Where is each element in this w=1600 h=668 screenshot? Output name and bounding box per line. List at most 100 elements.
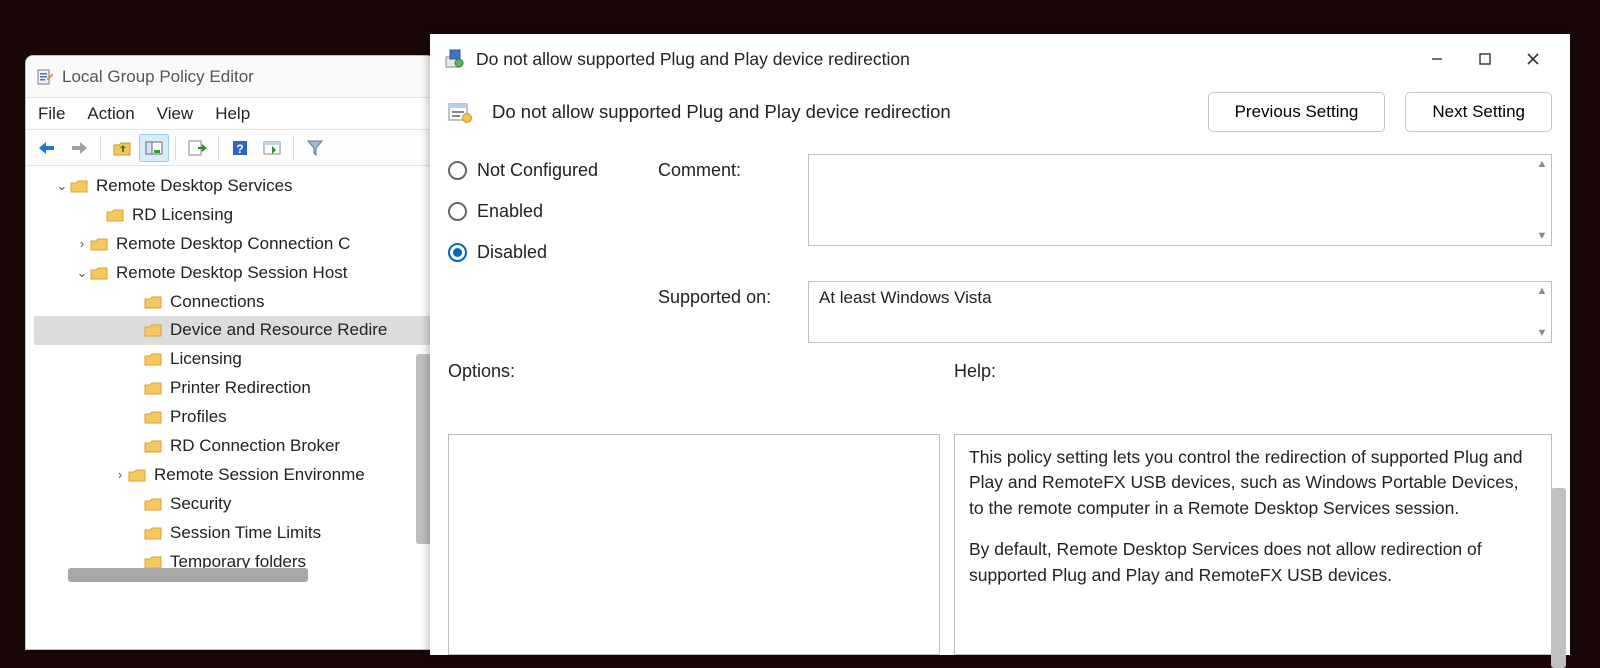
supported-on-value: At least Windows Vista xyxy=(819,288,992,307)
comment-textbox[interactable]: ▲ ▼ xyxy=(808,154,1552,246)
supported-on-textbox: At least Windows Vista ▲ ▼ xyxy=(808,281,1552,343)
tree-label: Remote Desktop Services xyxy=(96,172,293,201)
folder-icon xyxy=(144,524,164,542)
scroll-down-icon[interactable]: ▼ xyxy=(1535,327,1549,339)
tree-item-profiles[interactable]: Profiles xyxy=(34,403,434,432)
radio-icon xyxy=(448,243,467,262)
window-close-button[interactable] xyxy=(1510,39,1556,79)
radio-not-configured[interactable]: Not Configured xyxy=(448,160,648,181)
folder-icon xyxy=(144,437,164,455)
radio-disabled[interactable]: Disabled xyxy=(448,242,648,263)
chevron-right-icon[interactable]: › xyxy=(112,464,128,486)
gpedit-toolbar: ? xyxy=(26,130,434,166)
folder-icon xyxy=(144,293,164,311)
window-minimize-button[interactable] xyxy=(1414,39,1460,79)
tree-label: Session Time Limits xyxy=(170,519,321,548)
window-maximize-button[interactable] xyxy=(1462,39,1508,79)
tree-item-session-time-limits[interactable]: Session Time Limits xyxy=(34,519,434,548)
dialog-titlebar: Do not allow supported Plug and Play dev… xyxy=(430,34,1570,84)
radio-label: Disabled xyxy=(477,242,547,263)
radio-enabled[interactable]: Enabled xyxy=(448,201,648,222)
gpedit-menubar: File Action View Help xyxy=(26,98,434,130)
tree-item-rd-connection-client[interactable]: › Remote Desktop Connection C xyxy=(34,230,434,259)
folder-icon xyxy=(90,264,110,282)
tree-horizontal-scrollbar[interactable] xyxy=(68,568,308,582)
folder-icon xyxy=(144,322,164,340)
tree-label: Profiles xyxy=(170,403,227,432)
tree-label: Remote Desktop Session Host xyxy=(116,259,348,288)
tree-label: Printer Redirection xyxy=(170,374,311,403)
toolbar-properties-icon[interactable] xyxy=(257,134,287,162)
help-text: By default, Remote Desktop Services does… xyxy=(969,537,1537,588)
folder-icon xyxy=(144,409,164,427)
folder-icon xyxy=(128,466,148,484)
tree-label: Connections xyxy=(170,288,265,317)
tree-item-licensing[interactable]: Licensing xyxy=(34,345,434,374)
toolbar-back-icon[interactable] xyxy=(32,134,62,162)
tree-label: Device and Resource Redire xyxy=(170,316,387,345)
tree-item-remote-desktop-services[interactable]: ⌄ Remote Desktop Services xyxy=(34,172,434,201)
toolbar-show-tree-icon[interactable] xyxy=(139,134,169,162)
toolbar-export-icon[interactable] xyxy=(182,134,212,162)
gpedit-titlebar: Local Group Policy Editor xyxy=(26,56,434,98)
tree-item-rd-connection-broker[interactable]: RD Connection Broker xyxy=(34,432,434,461)
policy-setting-dialog: Do not allow supported Plug and Play dev… xyxy=(430,34,1570,655)
tree-item-rd-session-host[interactable]: ⌄ Remote Desktop Session Host xyxy=(34,259,434,288)
supported-on-label: Supported on: xyxy=(658,281,798,308)
options-label: Options: xyxy=(448,361,940,422)
dialog-header: Do not allow supported Plug and Play dev… xyxy=(448,92,1552,132)
folder-icon xyxy=(144,351,164,369)
toolbar-up-folder-icon[interactable] xyxy=(107,134,137,162)
tree-label: RD Connection Broker xyxy=(170,432,340,461)
gpedit-app-icon xyxy=(36,68,54,86)
scroll-down-icon[interactable]: ▼ xyxy=(1535,230,1549,242)
menu-file[interactable]: File xyxy=(38,104,65,124)
tree-item-printer-redirection[interactable]: Printer Redirection xyxy=(34,374,434,403)
previous-setting-button[interactable]: Previous Setting xyxy=(1208,92,1386,132)
scroll-up-icon[interactable]: ▲ xyxy=(1535,285,1549,297)
tree-item-rd-licensing[interactable]: RD Licensing xyxy=(34,201,434,230)
folder-icon xyxy=(106,206,126,224)
tree-item-device-resource-redirection[interactable]: Device and Resource Redire xyxy=(34,316,434,345)
chevron-down-icon[interactable]: ⌄ xyxy=(54,175,70,197)
toolbar-help-icon[interactable]: ? xyxy=(225,134,255,162)
policy-setting-title: Do not allow supported Plug and Play dev… xyxy=(492,101,1188,123)
folder-icon xyxy=(90,235,110,253)
options-box xyxy=(448,434,940,655)
tree-item-remote-session-environment[interactable]: ›Remote Session Environme xyxy=(34,461,434,490)
radio-icon xyxy=(448,202,467,221)
tree-label: RD Licensing xyxy=(132,201,233,230)
textbox-scrollbar[interactable]: ▲ ▼ xyxy=(1535,158,1549,242)
dialog-title: Do not allow supported Plug and Play dev… xyxy=(476,49,1412,70)
tree-item-security[interactable]: Security xyxy=(34,490,434,519)
gpedit-window: Local Group Policy Editor File Action Vi… xyxy=(25,55,435,650)
tree-label: Remote Desktop Connection C xyxy=(116,230,350,259)
policy-setting-icon xyxy=(448,101,472,123)
radio-label: Enabled xyxy=(477,201,543,222)
tree-label: Licensing xyxy=(170,345,242,374)
tree-label: Security xyxy=(170,490,231,519)
comment-label: Comment: xyxy=(658,154,798,181)
dialog-vertical-scrollbar[interactable] xyxy=(1551,488,1566,668)
help-box: This policy setting lets you control the… xyxy=(954,434,1552,655)
dialog-title-icon xyxy=(444,48,466,70)
menu-action[interactable]: Action xyxy=(87,104,134,124)
textbox-scrollbar[interactable]: ▲ ▼ xyxy=(1535,285,1549,339)
folder-icon xyxy=(70,177,90,195)
folder-icon xyxy=(144,495,164,513)
policy-state-radiogroup: Not Configured Enabled Disabled xyxy=(448,154,648,263)
tree-item-connections[interactable]: Connections xyxy=(34,288,434,317)
gpedit-tree[interactable]: ⌄ Remote Desktop Services RD Licensing ›… xyxy=(26,166,434,582)
chevron-down-icon[interactable]: ⌄ xyxy=(74,262,90,284)
svg-text:?: ? xyxy=(236,142,243,156)
help-text: This policy setting lets you control the… xyxy=(969,445,1537,521)
menu-view[interactable]: View xyxy=(157,104,194,124)
menu-help[interactable]: Help xyxy=(215,104,250,124)
help-label: Help: xyxy=(954,361,1552,422)
toolbar-forward-icon[interactable] xyxy=(64,134,94,162)
scroll-up-icon[interactable]: ▲ xyxy=(1535,158,1549,170)
radio-icon xyxy=(448,161,467,180)
toolbar-filter-icon[interactable] xyxy=(300,134,330,162)
chevron-right-icon[interactable]: › xyxy=(74,233,90,255)
next-setting-button[interactable]: Next Setting xyxy=(1405,92,1552,132)
